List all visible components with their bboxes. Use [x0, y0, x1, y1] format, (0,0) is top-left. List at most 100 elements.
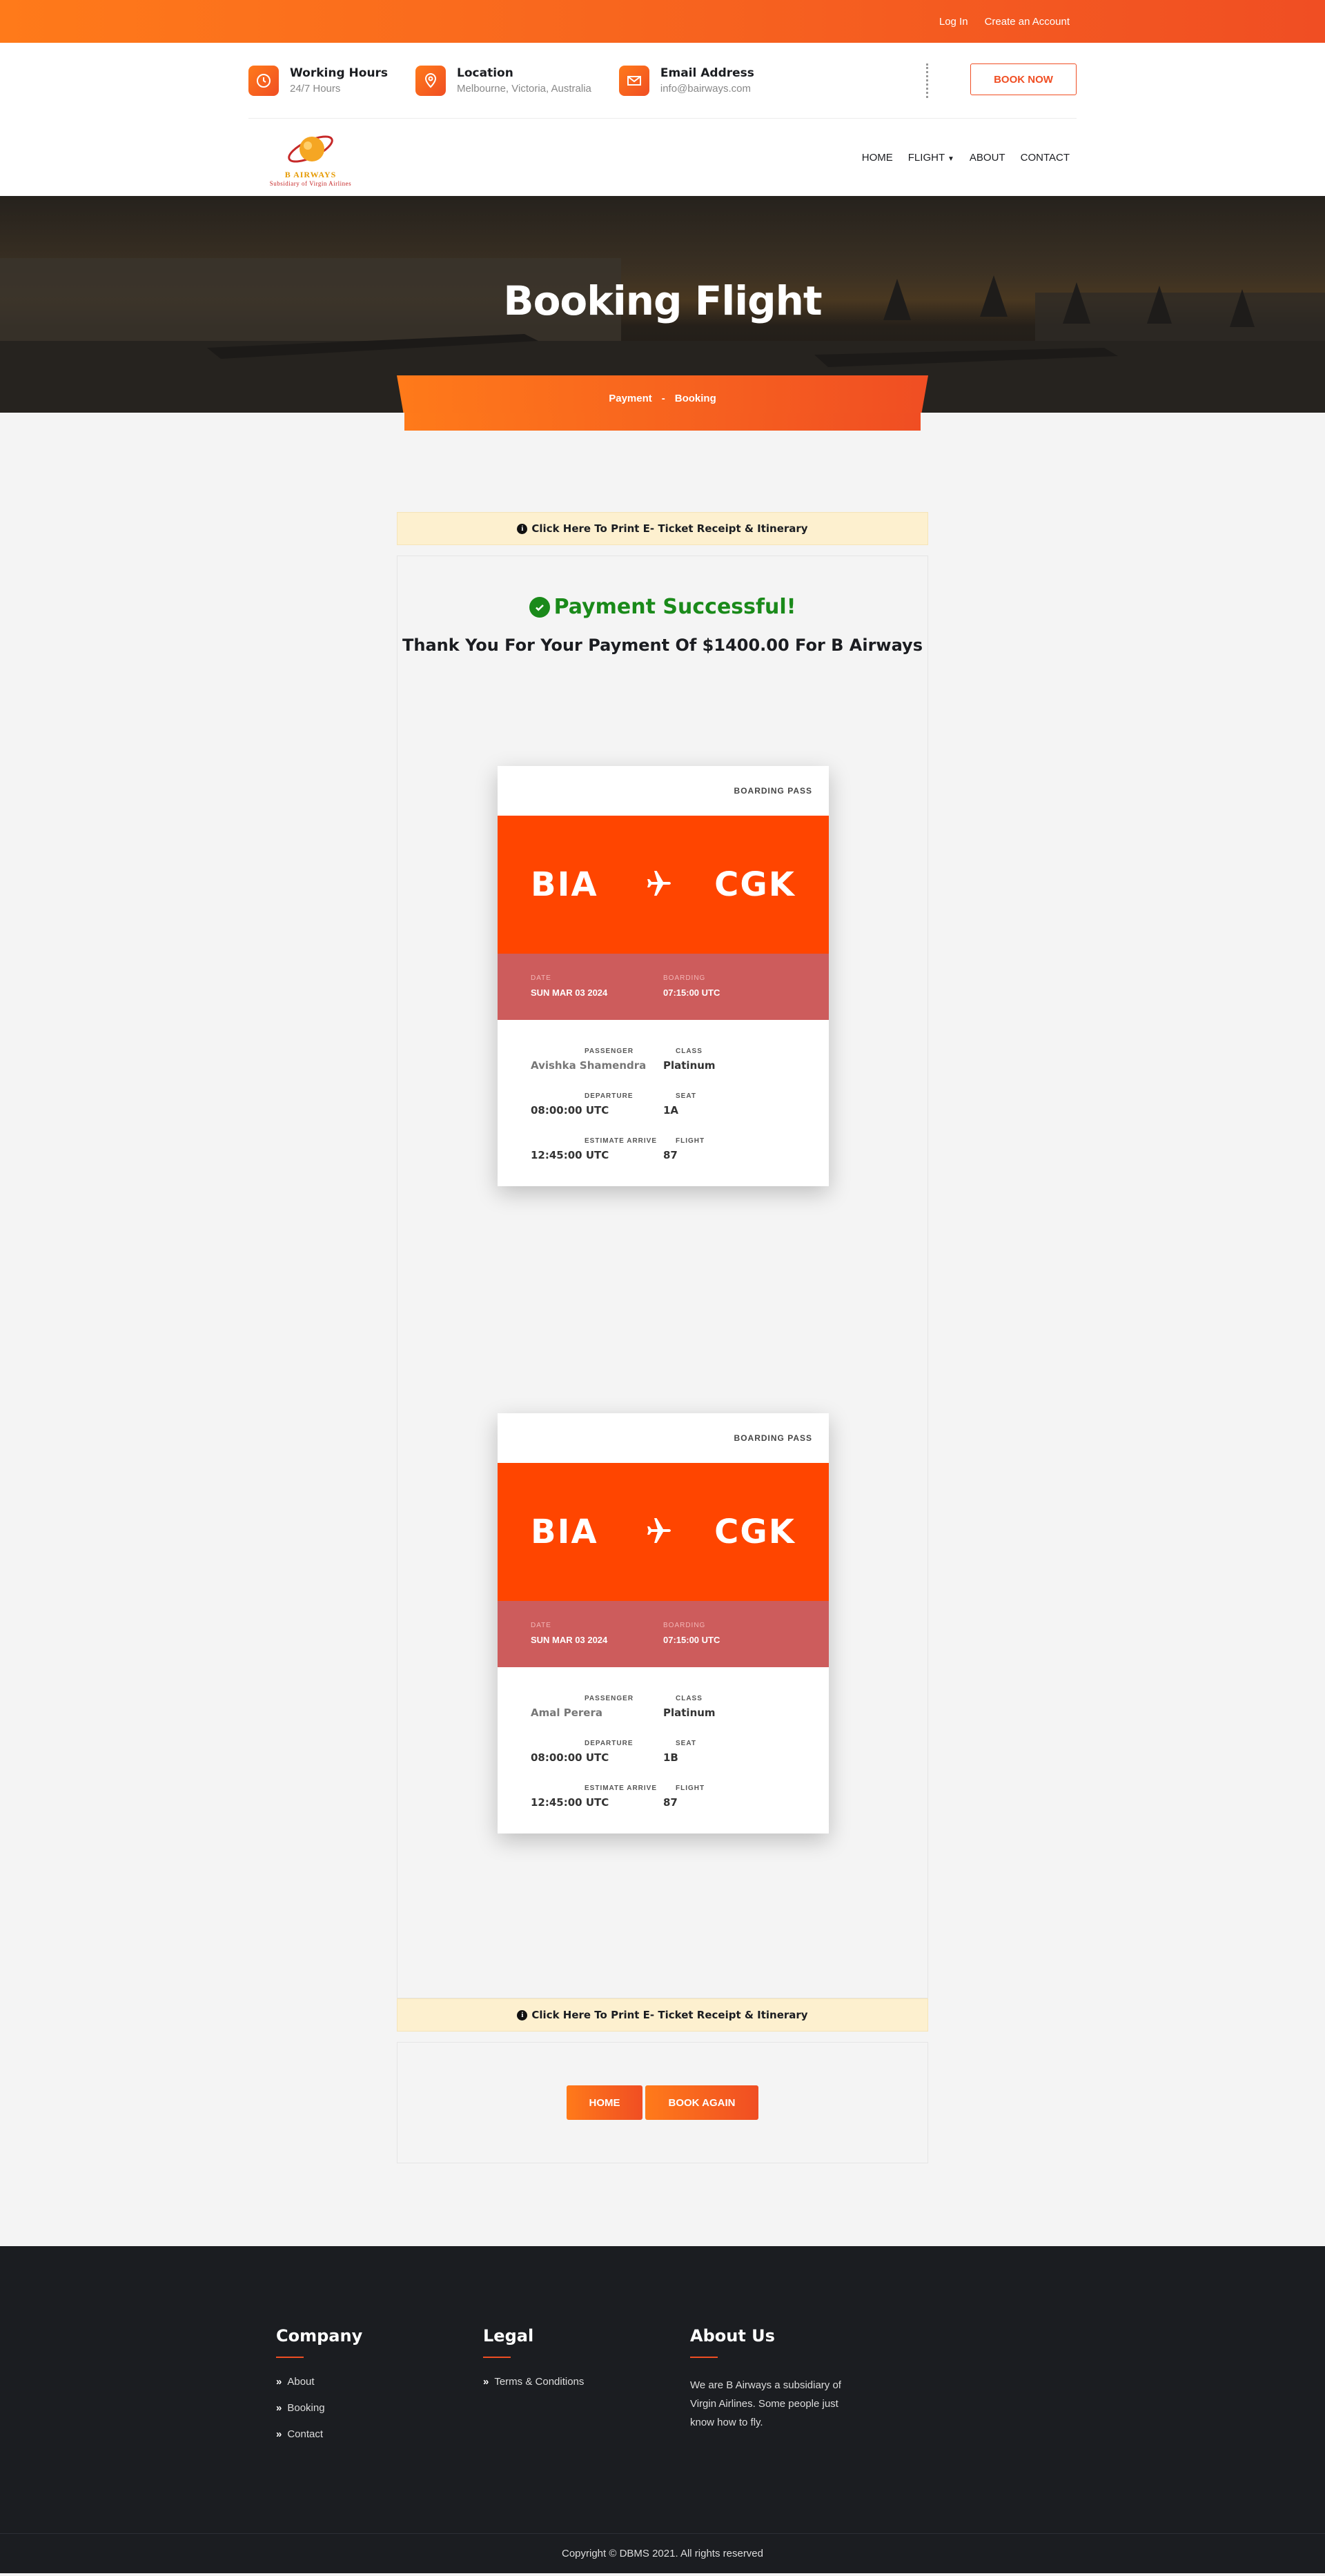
nav-about[interactable]: ABOUT: [970, 152, 1005, 164]
logo-brand-text: B AIRWAYS: [284, 169, 337, 179]
contact-info-row: Working Hours 24/7 Hours Location Melbou…: [248, 43, 1077, 119]
top-bar: Log In Create an Account: [0, 0, 1325, 43]
departure-label: DEPARTURE: [585, 1740, 634, 1747]
print-ticket-link[interactable]: i Click Here To Print E- Ticket Receipt …: [397, 1998, 928, 2032]
class-value: Platinum: [663, 1707, 716, 1719]
boarding-pass: BOARDING PASS BIA CGK DATE SUN MAR 03 20…: [498, 766, 829, 1186]
logo-tagline: Subsidiary of Virgin Airlines: [269, 179, 352, 187]
create-account-link[interactable]: Create an Account: [985, 16, 1070, 28]
print-ticket-label: Click Here To Print E- Ticket Receipt & …: [531, 2009, 808, 2021]
footer-rule: [483, 2357, 511, 2358]
seat-value: 1A: [663, 1104, 679, 1117]
divider: [926, 63, 928, 98]
clock-icon: [248, 65, 279, 96]
flight-value: 87: [663, 1149, 678, 1161]
boarding-label: BOARDING: [663, 1622, 706, 1629]
date-boarding-strip: DATE SUN MAR 03 2024 BOARDING 07:15:00 U…: [498, 1601, 829, 1667]
breadcrumb-booking: Booking: [674, 392, 716, 404]
destination-code: CGK: [714, 1513, 796, 1551]
date-value: SUN MAR 03 2024: [531, 987, 608, 998]
working-hours-title: Working Hours: [290, 66, 389, 80]
main-content: i Click Here To Print E- Ticket Receipt …: [397, 431, 928, 2163]
nav-row: B AIRWAYS Subsidiary of Virgin Airlines …: [248, 119, 1077, 196]
b-airways-logo[interactable]: B AIRWAYS Subsidiary of Virgin Airlines: [248, 123, 373, 192]
seat-label: SEAT: [676, 1092, 696, 1100]
footer-link-label: Terms & Conditions: [494, 2376, 585, 2388]
info-icon: i: [517, 523, 528, 534]
info-icon: i: [517, 2009, 528, 2021]
flight-value: 87: [663, 1796, 678, 1809]
email-value[interactable]: info@bairways.com: [660, 83, 754, 95]
print-ticket-link[interactable]: i Click Here To Print E- Ticket Receipt …: [397, 512, 928, 545]
login-link[interactable]: Log In: [939, 16, 968, 28]
departure-value: 08:00:00 UTC: [531, 1104, 609, 1117]
double-chevron-right-icon: »: [276, 2376, 282, 2388]
class-label: CLASS: [676, 1695, 703, 1702]
double-chevron-right-icon: »: [483, 2376, 489, 2388]
boarding-value: 07:15:00 UTC: [663, 987, 720, 998]
nav-flight-label: FLIGHT: [907, 151, 945, 164]
footer-company-title: Company: [276, 2326, 363, 2346]
map-pin-icon: [415, 65, 446, 96]
page-title: Booking Flight: [503, 277, 822, 324]
caret-down-icon: ▼: [948, 155, 954, 163]
hero-banner: Booking Flight Payment - Booking: [0, 196, 1325, 413]
nav-flight[interactable]: FLIGHT ▼: [908, 152, 954, 164]
footer-link-label: Booking: [287, 2402, 325, 2414]
action-panel: HOME BOOK AGAIN: [397, 2042, 928, 2163]
book-now-button[interactable]: BOOK NOW: [970, 63, 1077, 95]
plane-icon: [640, 1514, 673, 1551]
footer-link-terms[interactable]: » Terms & Conditions: [483, 2376, 690, 2388]
globe-logo-icon: [288, 135, 333, 163]
payment-status-text: Payment Successful!: [553, 595, 796, 619]
check-circle-icon: [529, 596, 550, 618]
nav-contact[interactable]: CONTACT: [1021, 152, 1070, 164]
boarding-label: BOARDING: [663, 974, 706, 982]
footer-rule: [690, 2357, 718, 2358]
boarding-pass: BOARDING PASS BIA CGK DATE SUN MAR 03 20…: [498, 1413, 829, 1833]
footer-link-label: Contact: [287, 2428, 324, 2440]
passenger-label: PASSENGER: [585, 1695, 634, 1702]
footer-about-text: We are B Airways a subsidiary of Virgin …: [690, 2379, 841, 2428]
flight-label: FLIGHT: [676, 1137, 705, 1145]
boarding-value: 07:15:00 UTC: [663, 1635, 720, 1645]
breadcrumb: Payment - Booking: [397, 375, 928, 413]
email-title: Email Address: [660, 66, 754, 80]
breadcrumb-payment[interactable]: Payment: [609, 393, 652, 404]
date-value: SUN MAR 03 2024: [531, 1635, 608, 1645]
location-value: Melbourne, Victoria, Australia: [457, 83, 591, 95]
footer-company: Company » About » Booking » Contact: [276, 2326, 483, 2455]
breadcrumb-tail: [0, 413, 1325, 431]
footer-link-about[interactable]: » About: [276, 2376, 483, 2388]
passenger-value: Amal Perera: [531, 1707, 602, 1719]
date-boarding-strip: DATE SUN MAR 03 2024 BOARDING 07:15:00 U…: [498, 954, 829, 1020]
working-hours-value: 24/7 Hours: [290, 83, 341, 95]
working-hours-info: Working Hours 24/7 Hours: [248, 65, 389, 96]
origin-code: BIA: [531, 865, 598, 904]
flight-label: FLIGHT: [676, 1784, 705, 1792]
origin-code: BIA: [531, 1513, 598, 1551]
double-chevron-right-icon: »: [276, 2428, 282, 2440]
passenger-details: PASSENGER Avishka Shamendra CLASS Platinum…: [498, 1020, 829, 1186]
book-again-button[interactable]: BOOK AGAIN: [645, 2085, 758, 2120]
payment-status: Payment Successful!: [398, 595, 928, 619]
passenger-details: PASSENGER Amal Perera CLASS Platinum DEPAR…: [498, 1667, 829, 1833]
class-label: CLASS: [676, 1048, 703, 1055]
nav-home[interactable]: HOME: [862, 152, 893, 164]
flight-route: BIA CGK: [498, 1463, 829, 1601]
date-label: DATE: [531, 1622, 551, 1629]
passenger-value: Avishka Shamendra: [531, 1059, 647, 1072]
double-chevron-right-icon: »: [276, 2402, 282, 2414]
copyright: Copyright © DBMS 2021. All rights reserv…: [0, 2533, 1325, 2573]
location-info: Location Melbourne, Victoria, Australia: [415, 65, 591, 96]
footer-about: About Us We are B Airways a subsidiary o…: [690, 2326, 897, 2455]
arrive-label: ESTIMATE ARRIVE: [585, 1784, 658, 1792]
footer-link-contact[interactable]: » Contact: [276, 2428, 483, 2440]
envelope-icon: [618, 65, 649, 96]
footer-legal: Legal » Terms & Conditions: [483, 2326, 690, 2455]
home-button[interactable]: HOME: [567, 2085, 642, 2120]
footer-link-booking[interactable]: » Booking: [276, 2402, 483, 2414]
plane-icon: [640, 867, 673, 903]
booking-result-panel: Payment Successful! Thank You For Your P…: [397, 555, 928, 1998]
class-value: Platinum: [663, 1059, 716, 1072]
